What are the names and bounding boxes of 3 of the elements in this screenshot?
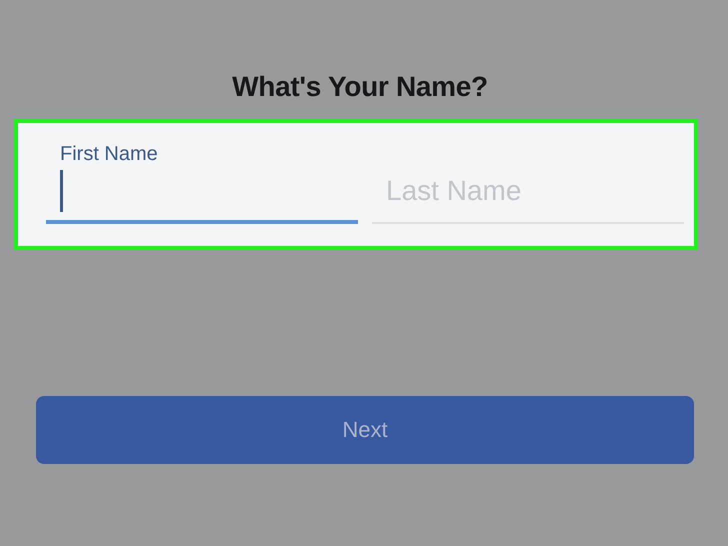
text-cursor: [60, 170, 63, 212]
field-label: First Name: [59, 142, 159, 166]
screen-title: What's Your Name?: [231, 70, 489, 104]
